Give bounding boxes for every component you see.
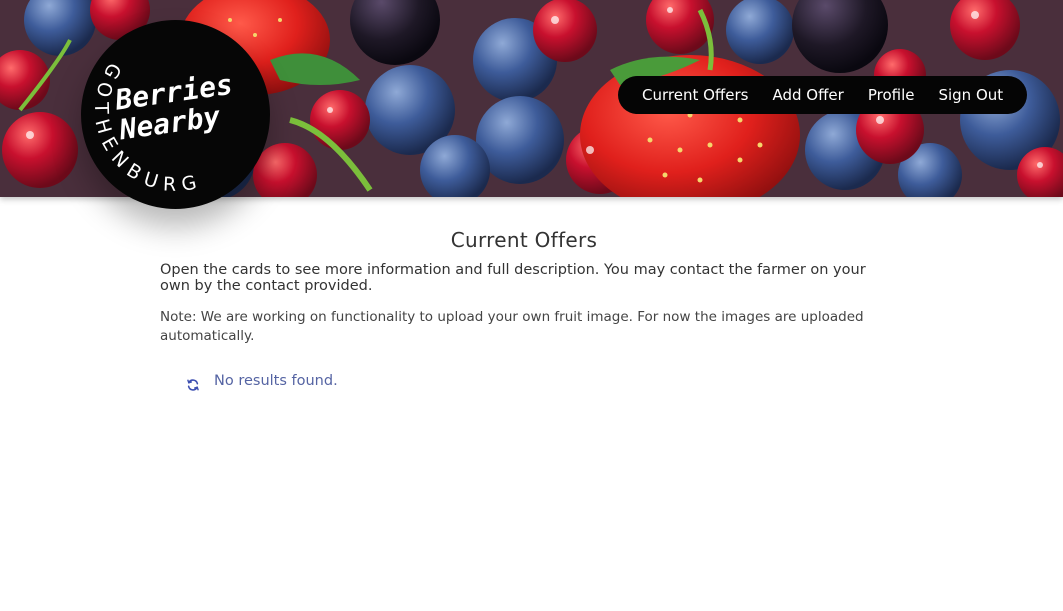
logo[interactable]: GOTHENBURG Berries Nearby bbox=[81, 20, 270, 209]
note-text: Note: We are working on functionality to… bbox=[160, 309, 864, 344]
nav-profile[interactable]: Profile bbox=[856, 76, 927, 114]
main-nav: Current Offers Add Offer Profile Sign Ou… bbox=[618, 76, 1028, 114]
nav-current-offers[interactable]: Current Offers bbox=[630, 76, 760, 114]
main-content: Current Offers Open the cards to see mor… bbox=[160, 228, 888, 346]
empty-state: No results found. bbox=[186, 370, 338, 392]
empty-message: No results found. bbox=[214, 373, 338, 389]
nav-sign-out[interactable]: Sign Out bbox=[926, 76, 1015, 114]
refresh-icon[interactable] bbox=[186, 378, 200, 392]
page-title: Current Offers bbox=[450, 228, 598, 252]
intro-text: Open the cards to see more information a… bbox=[160, 262, 866, 294]
nav-add-offer[interactable]: Add Offer bbox=[760, 76, 855, 114]
